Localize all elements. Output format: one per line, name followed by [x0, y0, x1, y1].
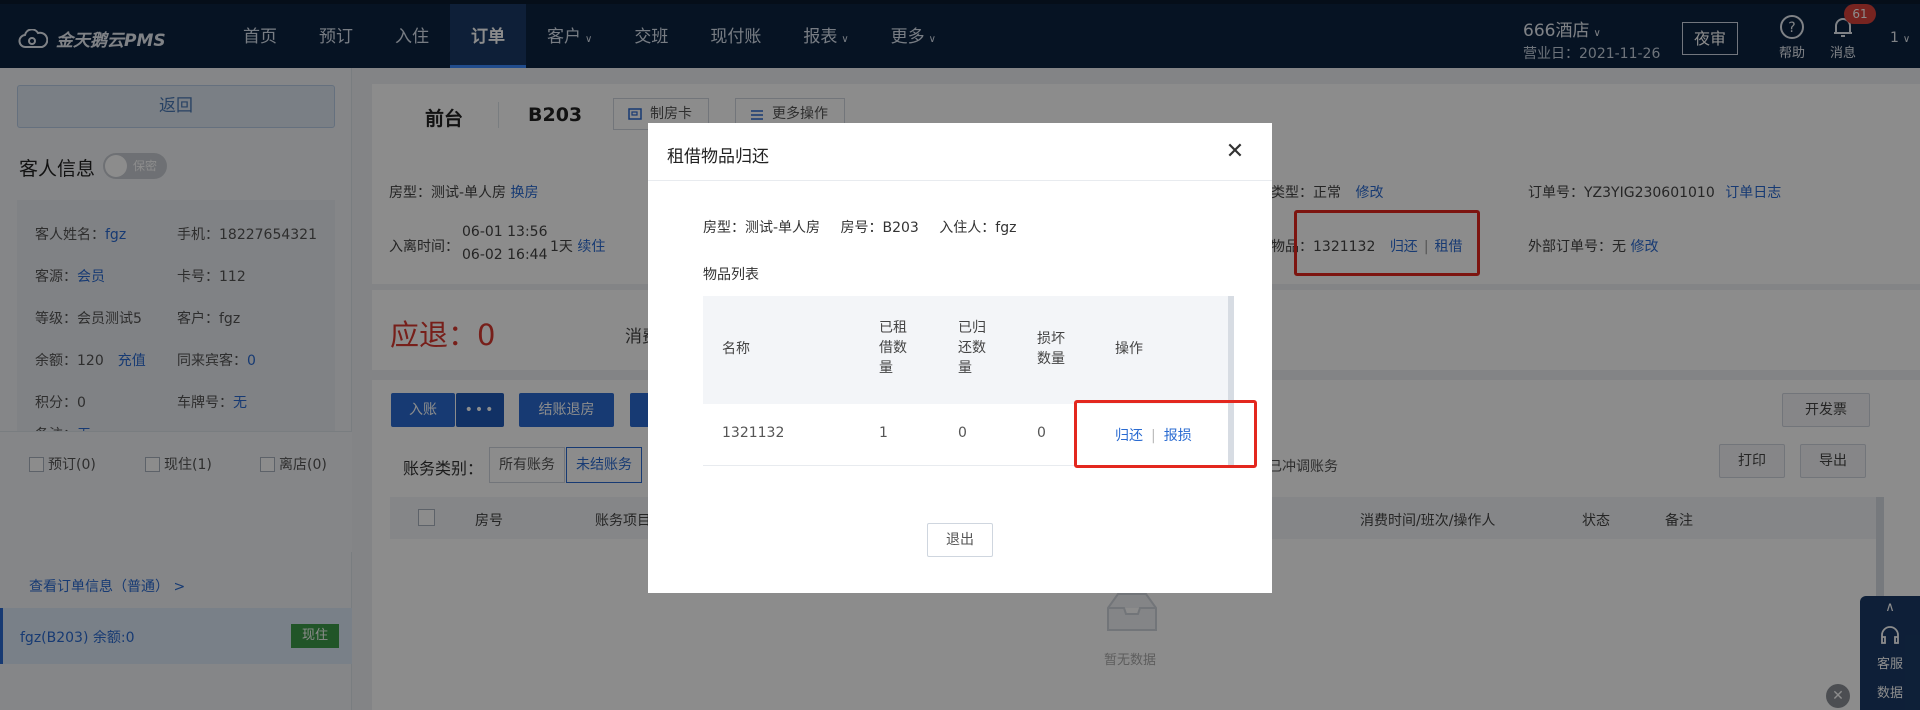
item-returned-qty: 0 [958, 425, 967, 441]
col-rented: 已租 借数 量 [879, 318, 907, 378]
col-text: 借数 [879, 340, 907, 356]
dialog-title: 租借物品归还 [667, 147, 769, 167]
close-icon[interactable]: ✕ [1220, 137, 1250, 167]
room-type: 房型：测试-单人房 [703, 220, 821, 236]
item-name: 1321132 [722, 425, 785, 441]
item-rented-qty: 1 [879, 425, 888, 441]
items-table-header: 名称 已租 借数 量 已归 还数 量 损坏 数量 操作 [703, 296, 1228, 404]
col-name: 名称 [722, 341, 750, 357]
col-text: 量 [879, 360, 893, 376]
col-text: 量 [958, 360, 972, 376]
guest-name: 入住人：fgz [939, 220, 1017, 236]
items-list-label: 物品列表 [703, 267, 759, 283]
col-text: 已租 [879, 320, 907, 336]
dialog-header: 租借物品归还 ✕ [648, 123, 1272, 181]
dialog-room-info: 房型：测试-单人房 房号：B203 入住人：fgz [703, 217, 1032, 237]
col-action: 操作 [1115, 341, 1143, 357]
item-damaged-qty: 0 [1037, 425, 1046, 441]
col-returned: 已归 还数 量 [958, 318, 986, 378]
highlight-box [1074, 400, 1257, 468]
col-text: 已归 [958, 320, 986, 336]
room-number: 房号：B203 [840, 220, 919, 236]
col-text: 数量 [1037, 351, 1065, 367]
col-text: 损坏 [1037, 331, 1065, 347]
return-rented-items-dialog: 租借物品归还 ✕ 房型：测试-单人房 房号：B203 入住人：fgz 物品列表 … [648, 123, 1272, 593]
col-text: 还数 [958, 340, 986, 356]
col-damaged: 损坏 数量 [1037, 329, 1065, 369]
exit-button[interactable]: 退出 [927, 523, 993, 557]
